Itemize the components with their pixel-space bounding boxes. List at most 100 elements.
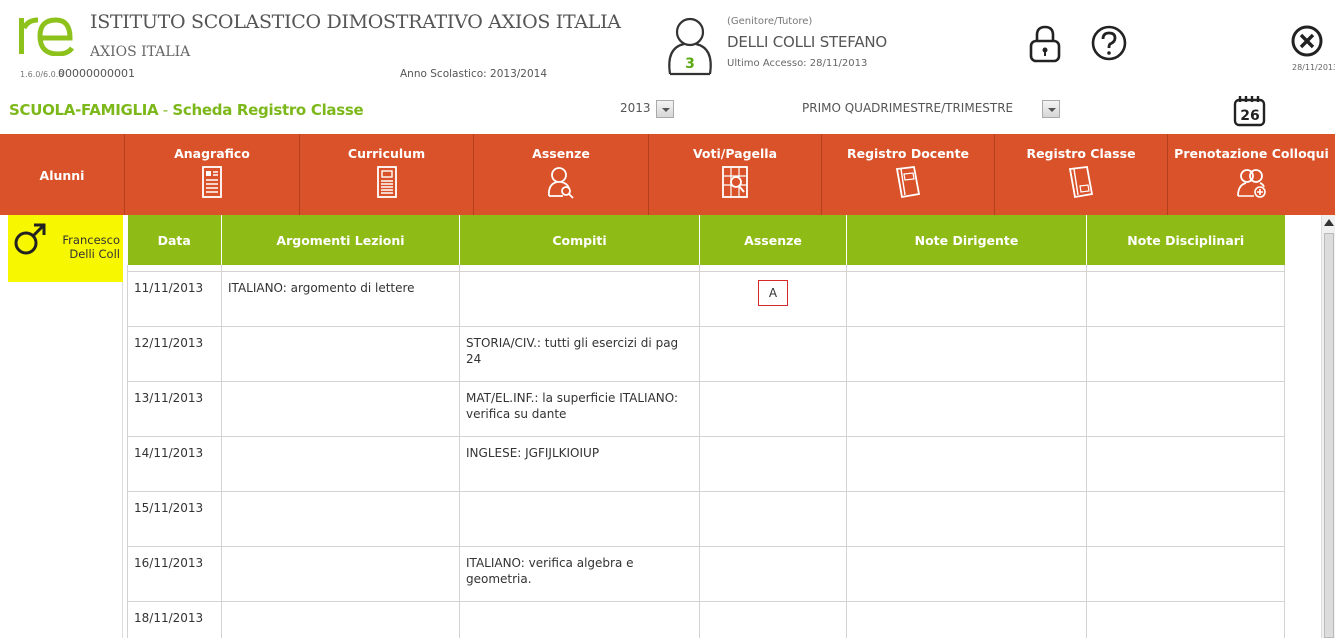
user-avatar-icon[interactable]: 3 <box>664 14 716 76</box>
cell-assenze: A <box>699 270 847 327</box>
table-header-row: Data Argomenti Lezioni Compiti Assenze N… <box>127 215 1285 265</box>
main-nav: Alunni Anagrafico Curriculum Assenze Vot… <box>0 134 1335 215</box>
document-icon <box>202 166 222 198</box>
title-bar: SCUOLA-FAMIGLIA - Scheda Registro Classe… <box>0 88 1335 134</box>
nav-assenze-label: Assenze <box>532 146 590 161</box>
student-first-name: Francesco <box>62 233 120 247</box>
school-name: ISTITUTO SCOLASTICO DIMOSTRATIVO AXIOS I… <box>90 11 621 33</box>
table-row[interactable]: 16/11/2013 ITALIANO: verifica algebra e … <box>127 545 1285 602</box>
student-panel: Francesco Delli Coll <box>8 215 123 638</box>
cell-compiti <box>459 600 700 638</box>
table-row[interactable]: 18/11/2013 <box>127 600 1285 638</box>
table-row[interactable]: 15/11/2013 <box>127 490 1285 547</box>
cell-compiti <box>459 490 700 547</box>
absence-badge[interactable]: A <box>758 279 788 306</box>
cell-note-disciplinari <box>1086 325 1285 382</box>
cell-assenze <box>699 435 847 492</box>
col-header-note-dirigente[interactable]: Note Dirigente <box>846 215 1087 265</box>
male-icon <box>14 223 46 255</box>
book-icon <box>1068 166 1094 199</box>
cell-compiti: INGLESE: JGFIJLKIOIUP <box>459 435 700 492</box>
cell-date: 16/11/2013 <box>127 545 222 602</box>
cell-assenze <box>699 600 847 638</box>
person-search-icon <box>548 167 574 199</box>
table-row[interactable]: 14/11/2013 INGLESE: JGFIJLKIOIUP <box>127 435 1285 492</box>
close-icon[interactable] <box>1290 24 1324 58</box>
user-badge-count: 3 <box>685 56 695 72</box>
year-dropdown-button[interactable] <box>656 100 674 118</box>
student-name: Francesco Delli Coll <box>48 233 120 261</box>
app-header: ISTITUTO SCOLASTICO DIMOSTRATIVO AXIOS I… <box>0 0 1335 88</box>
col-header-note-disciplinari[interactable]: Note Disciplinari <box>1086 215 1285 265</box>
scroll-thumb[interactable] <box>1324 233 1334 638</box>
user-name: DELLI COLLI STEFANO <box>727 33 888 51</box>
nav-prenotazione-colloqui[interactable]: Prenotazione Colloqui <box>1168 134 1335 215</box>
period-select-value[interactable]: PRIMO QUADRIMESTRE/TRIMESTRE <box>802 101 1038 115</box>
period-dropdown-button[interactable] <box>1042 100 1060 118</box>
table-row[interactable]: 12/11/2013 STORIA/CIV.: tutti gli eserci… <box>127 325 1285 382</box>
col-header-data[interactable]: Data <box>127 215 222 265</box>
cell-note-disciplinari <box>1086 545 1285 602</box>
nav-prenotazione-colloqui-label: Prenotazione Colloqui <box>1174 146 1329 161</box>
cell-argomenti <box>221 600 460 638</box>
last-access: Ultimo Accesso: 28/11/2013 <box>727 58 868 69</box>
vertical-scrollbar[interactable] <box>1321 215 1335 638</box>
nav-anagrafico-label: Anagrafico <box>174 146 250 161</box>
cell-date: 12/11/2013 <box>127 325 222 382</box>
cell-assenze <box>699 380 847 437</box>
col-header-argomenti[interactable]: Argomenti Lezioni <box>221 215 460 265</box>
nav-registro-classe[interactable]: Registro Classe <box>995 134 1168 215</box>
people-add-icon <box>1236 169 1266 198</box>
student-card[interactable]: Francesco Delli Coll <box>8 215 123 282</box>
nav-anagrafico[interactable]: Anagrafico <box>125 134 300 215</box>
cell-argomenti <box>221 380 460 437</box>
cell-note-disciplinari <box>1086 600 1285 638</box>
nav-curriculum-label: Curriculum <box>347 146 426 161</box>
nav-registro-docente[interactable]: Registro Docente <box>822 134 995 215</box>
cell-note-disciplinari <box>1086 380 1285 437</box>
nav-curriculum[interactable]: Curriculum <box>300 134 474 215</box>
col-header-assenze[interactable]: Assenze <box>699 215 847 265</box>
help-icon[interactable] <box>1090 24 1128 62</box>
version-label: 1.6.0/6.0.8 <box>20 70 64 79</box>
cell-note-dirigente <box>846 545 1087 602</box>
nav-alunni[interactable]: Alunni <box>0 134 125 215</box>
cell-note-dirigente <box>846 380 1087 437</box>
col-header-compiti[interactable]: Compiti <box>459 215 700 265</box>
cell-note-dirigente <box>846 325 1087 382</box>
scroll-up-arrow-icon[interactable] <box>1324 219 1334 226</box>
user-role: (Genitore/Tutore) <box>727 16 813 27</box>
close-date: 28/11/2013 <box>1292 63 1335 72</box>
page-title: SCUOLA-FAMIGLIA - Scheda Registro Classe <box>9 101 364 119</box>
lock-icon[interactable] <box>1028 24 1062 64</box>
table-row[interactable]: 13/11/2013 MAT/EL.INF.: la superficie IT… <box>127 380 1285 437</box>
cell-assenze <box>699 545 847 602</box>
year-select-value[interactable]: 2013 <box>620 101 651 115</box>
cell-compiti: STORIA/CIV.: tutti gli esercizi di pag 2… <box>459 325 700 382</box>
school-code: 00000000001 <box>58 67 135 80</box>
nav-voti-pagella[interactable]: Voti/Pagella <box>649 134 822 215</box>
cell-note-disciplinari <box>1086 490 1285 547</box>
title-separator: - <box>158 101 173 119</box>
school-year-label: Anno Scolastico: 2013/2014 <box>400 68 548 80</box>
title-section: Scheda Registro Classe <box>172 101 364 119</box>
table-row[interactable]: 11/11/2013 ITALIANO: argomento di letter… <box>127 270 1285 327</box>
calendar-icon[interactable]: 26 <box>1232 92 1268 128</box>
student-last-name: Delli Coll <box>69 247 120 261</box>
school-subtitle: AXIOS ITALIA <box>90 44 191 60</box>
cell-note-disciplinari <box>1086 270 1285 327</box>
cell-compiti: MAT/EL.INF.: la superficie ITALIANO: ver… <box>459 380 700 437</box>
cell-date: 18/11/2013 <box>127 600 222 638</box>
cell-note-dirigente <box>846 435 1087 492</box>
cell-date: 11/11/2013 <box>127 270 222 327</box>
registro-table: Data Argomenti Lezioni Compiti Assenze N… <box>127 215 1285 638</box>
cell-assenze <box>699 490 847 547</box>
cell-argomenti <box>221 490 460 547</box>
cell-argomenti <box>221 545 460 602</box>
title-main: SCUOLA-FAMIGLIA <box>9 101 159 119</box>
registro-table-container: Data Argomenti Lezioni Compiti Assenze N… <box>127 215 1322 638</box>
nav-assenze[interactable]: Assenze <box>474 134 649 215</box>
curriculum-icon <box>376 166 397 198</box>
cell-date: 15/11/2013 <box>127 490 222 547</box>
cell-date: 14/11/2013 <box>127 435 222 492</box>
